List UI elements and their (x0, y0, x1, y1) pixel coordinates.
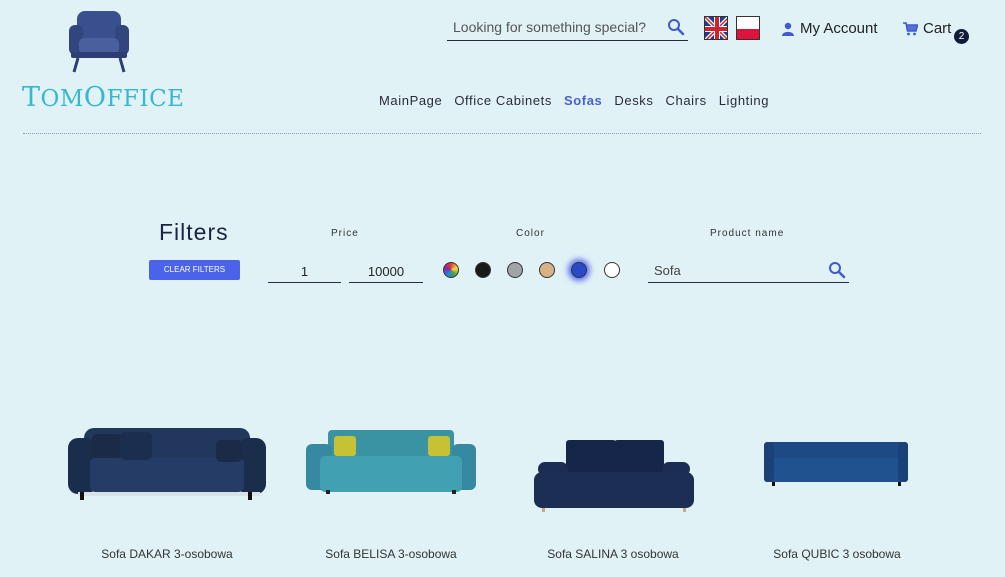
site-search-input[interactable] (447, 15, 657, 39)
sofa-salina-image (534, 440, 694, 512)
color-swatch-blue[interactable] (571, 262, 587, 278)
my-account-label: My Account (800, 20, 878, 37)
price-min-input[interactable] (268, 260, 341, 283)
user-icon (782, 22, 794, 36)
product-name[interactable]: Sofa SALINA 3 osobowa (508, 547, 718, 561)
product-name[interactable]: Sofa DAKAR 3-osobowa (62, 547, 272, 561)
nav-item-office-cabinets[interactable]: Office Cabinets (450, 93, 560, 108)
header-divider (23, 133, 981, 134)
product-card[interactable]: Sofa QUBIC 3 osobowa (752, 420, 962, 570)
sofa-qubic-image (764, 442, 908, 486)
price-max-input[interactable] (349, 260, 423, 283)
filters-title: Filters (159, 219, 229, 245)
sofa-belisa-image (306, 430, 476, 494)
nav-item-desks[interactable]: Desks (610, 93, 661, 108)
product-name-label: Product name (710, 228, 785, 239)
brand-name: TOMOFFICE (22, 82, 185, 113)
product-name[interactable]: Sofa BELISA 3-osobowa (286, 547, 496, 561)
color-swatch-multicolor[interactable] (443, 262, 459, 278)
search-icon[interactable] (667, 18, 685, 41)
uk-flag-icon[interactable] (704, 16, 728, 40)
product-card[interactable]: Sofa DAKAR 3-osobowa (62, 420, 272, 570)
nav-item-chairs[interactable]: Chairs (662, 93, 715, 108)
product-name[interactable]: Sofa QUBIC 3 osobowa (752, 547, 922, 561)
my-account-link[interactable]: My Account (781, 20, 878, 37)
nav-item-sofas[interactable]: Sofas (560, 93, 610, 108)
product-name-filter (648, 258, 849, 283)
nav-item-mainpage[interactable]: MainPage (375, 93, 450, 108)
product-name-input[interactable] (648, 258, 818, 282)
cart-label: Cart (923, 20, 952, 37)
color-swatch-white[interactable] (604, 262, 620, 278)
search-icon[interactable] (828, 261, 846, 284)
brand-logo[interactable]: TOMOFFICE (22, 8, 185, 113)
cart-link[interactable]: Cart (903, 20, 951, 37)
clear-filters-button[interactable]: CLEAR FILTERS (149, 260, 240, 280)
main-nav: MainPage Office Cabinets Sofas Desks Cha… (375, 93, 777, 108)
cart-count-badge: 2 (954, 29, 969, 44)
color-label: Color (516, 228, 545, 239)
armchair-logo-icon (69, 11, 129, 73)
price-label: Price (331, 228, 359, 239)
sofa-dakar-image (68, 428, 266, 500)
pl-flag-icon[interactable] (736, 16, 760, 40)
color-swatch-grey[interactable] (507, 262, 523, 278)
site-search (447, 15, 688, 41)
product-card[interactable]: Sofa BELISA 3-osobowa (286, 420, 496, 570)
cart-icon (903, 21, 918, 35)
product-card[interactable]: Sofa SALINA 3 osobowa (508, 420, 718, 570)
color-swatch-beige[interactable] (539, 262, 555, 278)
color-swatch-black[interactable] (475, 262, 491, 278)
nav-item-lighting[interactable]: Lighting (715, 93, 777, 108)
